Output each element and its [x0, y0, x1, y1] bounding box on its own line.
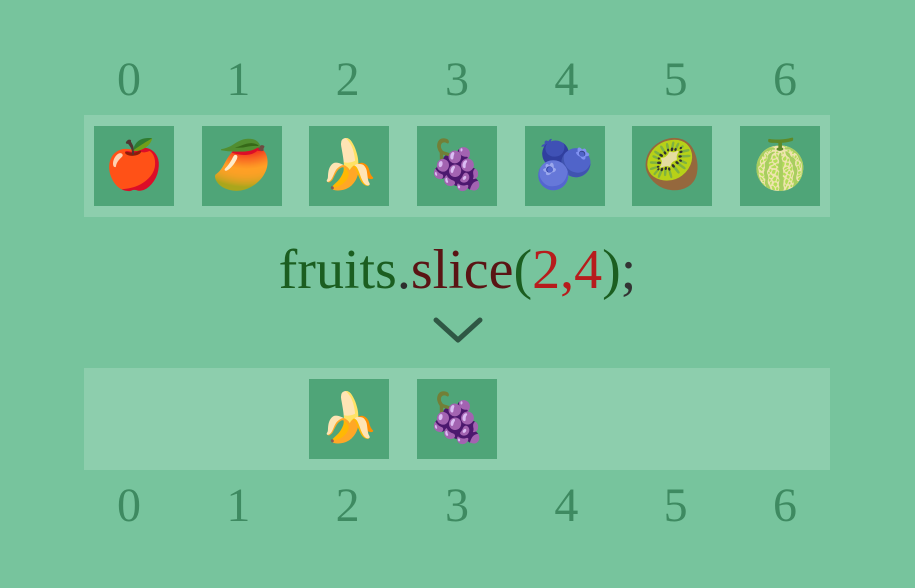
indices-row-top: 0 1 2 3 4 5 6 [84, 52, 830, 107]
indices-row-bottom: 0 1 2 3 4 5 6 [84, 478, 830, 533]
index-label: 2 [308, 478, 388, 533]
index-label: 5 [636, 478, 716, 533]
array-cell-kiwi: 🥝 [632, 126, 712, 206]
papaya-icon: 🍈 [750, 142, 810, 190]
array-cell-banana: 🍌 [309, 126, 389, 206]
code-close-paren: ) [602, 239, 621, 301]
index-label: 6 [745, 52, 825, 107]
banana-icon: 🍌 [319, 395, 379, 443]
chevron-down-icon [0, 314, 915, 353]
mango-icon: 🥭 [212, 142, 272, 190]
index-label: 1 [198, 478, 278, 533]
result-cell-empty [525, 379, 605, 459]
array-cell-papaya: 🍈 [740, 126, 820, 206]
result-cell-empty [632, 379, 712, 459]
code-method: slice [411, 239, 514, 301]
code-semicolon: ; [621, 239, 637, 301]
index-label: 4 [526, 52, 606, 107]
index-label: 2 [308, 52, 388, 107]
result-cell-banana: 🍌 [309, 379, 389, 459]
index-label: 3 [417, 478, 497, 533]
index-label: 1 [198, 52, 278, 107]
source-array-track: 🍎 🥭 🍌 🍇 🫐 🥝 🍈 [84, 115, 830, 217]
grapes-icon: 🍇 [427, 142, 487, 190]
result-cell-empty [202, 379, 282, 459]
array-cell-grapes: 🍇 [417, 126, 497, 206]
kiwi-icon: 🥝 [642, 142, 702, 190]
index-label: 4 [526, 478, 606, 533]
index-label: 5 [636, 52, 716, 107]
result-cell-empty [740, 379, 820, 459]
blueberries-icon: 🫐 [535, 142, 595, 190]
result-cell-empty [94, 379, 174, 459]
array-cell-apple: 🍎 [94, 126, 174, 206]
code-expression: fruits.slice(2,4); [0, 238, 915, 302]
index-label: 3 [417, 52, 497, 107]
result-array-track: 🍌 🍇 [84, 368, 830, 470]
result-cell-grapes: 🍇 [417, 379, 497, 459]
index-label: 6 [745, 478, 825, 533]
code-dot: . [397, 239, 411, 301]
array-cell-blueberries: 🫐 [525, 126, 605, 206]
banana-icon: 🍌 [319, 142, 379, 190]
array-cell-mango: 🥭 [202, 126, 282, 206]
grapes-icon: 🍇 [427, 395, 487, 443]
index-label: 0 [89, 52, 169, 107]
code-variable: fruits [279, 239, 397, 301]
apple-icon: 🍎 [104, 142, 164, 190]
code-arguments: 2,4 [532, 239, 602, 301]
index-label: 0 [89, 478, 169, 533]
code-open-paren: ( [513, 239, 532, 301]
